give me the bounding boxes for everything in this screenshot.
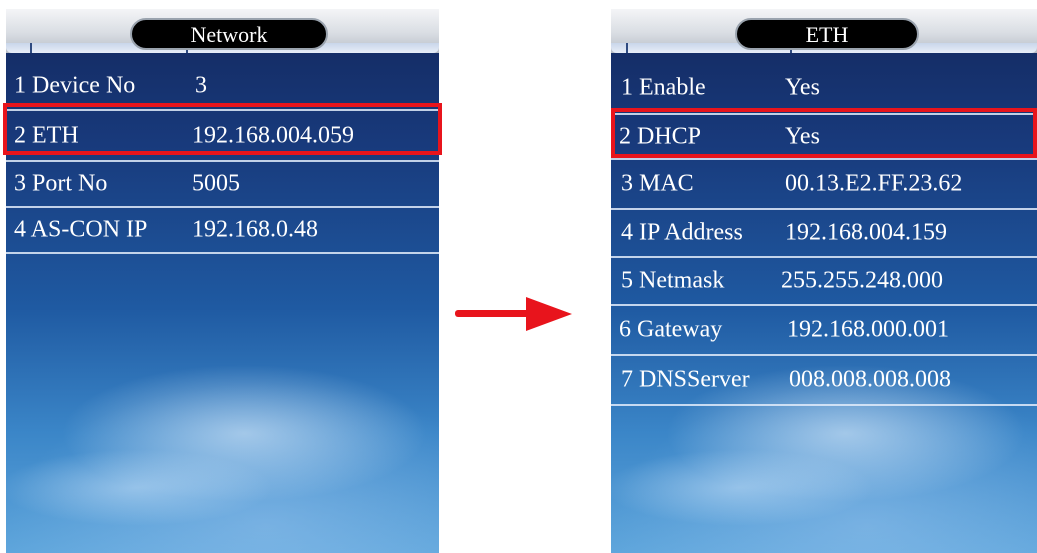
menu-item-label: 1 Enable [621, 74, 706, 100]
menu-item-ip-address[interactable]: 4 IP Address 192.168.004.159 [611, 210, 1037, 258]
eth-screen: ETH 1 Enable Yes 2 DHCP Yes 3 MAC 00.13.… [611, 9, 1037, 553]
menu-item-label: 6 Gateway [619, 316, 723, 343]
menu-item-label: 4 AS-CON IP [14, 216, 148, 243]
selection-highlight [611, 108, 1037, 158]
menu-item-mac[interactable]: 3 MAC 00.13.E2.FF.23.62 [611, 160, 1037, 210]
menu-item-port-no[interactable]: 3 Port No 5005 [6, 162, 439, 208]
menu-item-label: 3 Port No [14, 170, 108, 197]
menu-item-label: 7 DNSServer [621, 366, 750, 393]
menu-item-label: 3 MAC [621, 170, 694, 197]
title-bar: ETH [611, 9, 1037, 53]
title-bar: Network [6, 9, 439, 53]
network-screen: Network 1 Device No 3 2 ETH 192.168.004.… [6, 9, 439, 553]
menu-item-dns-server[interactable]: 7 DNSServer 008.008.008.008 [611, 356, 1037, 406]
menu-item-gateway[interactable]: 6 Gateway 192.168.000.001 [611, 306, 1037, 356]
menu-item-value: Yes [785, 74, 820, 100]
menu-item-value: 192.168.004.159 [785, 219, 947, 246]
menu-item-label: 1 Device No [14, 72, 136, 98]
menu-item-value: 192.168.0.48 [192, 216, 318, 243]
right-arrow-head-icon [526, 297, 572, 331]
menu-item-value: 192.168.000.001 [787, 316, 949, 343]
menu-item-value: 5005 [192, 170, 240, 197]
menu-item-label: 5 Netmask [621, 267, 725, 294]
column-tick [626, 43, 628, 53]
menu-item-label: 4 IP Address [621, 219, 743, 246]
menu-item-value: 255.255.248.000 [781, 267, 943, 294]
menu-item-value: 00.13.E2.FF.23.62 [785, 170, 963, 197]
screen-title: ETH [735, 18, 919, 50]
right-arrow-icon [455, 310, 531, 317]
menu-item-netmask[interactable]: 5 Netmask 255.255.248.000 [611, 258, 1037, 306]
selection-highlight [3, 103, 442, 155]
menu-item-value: 008.008.008.008 [789, 366, 951, 393]
menu-item-value: 3 [195, 72, 207, 98]
column-tick [30, 43, 32, 53]
menu-item-as-con-ip[interactable]: 4 AS-CON IP 192.168.0.48 [6, 208, 439, 254]
screen-title: Network [130, 18, 328, 50]
